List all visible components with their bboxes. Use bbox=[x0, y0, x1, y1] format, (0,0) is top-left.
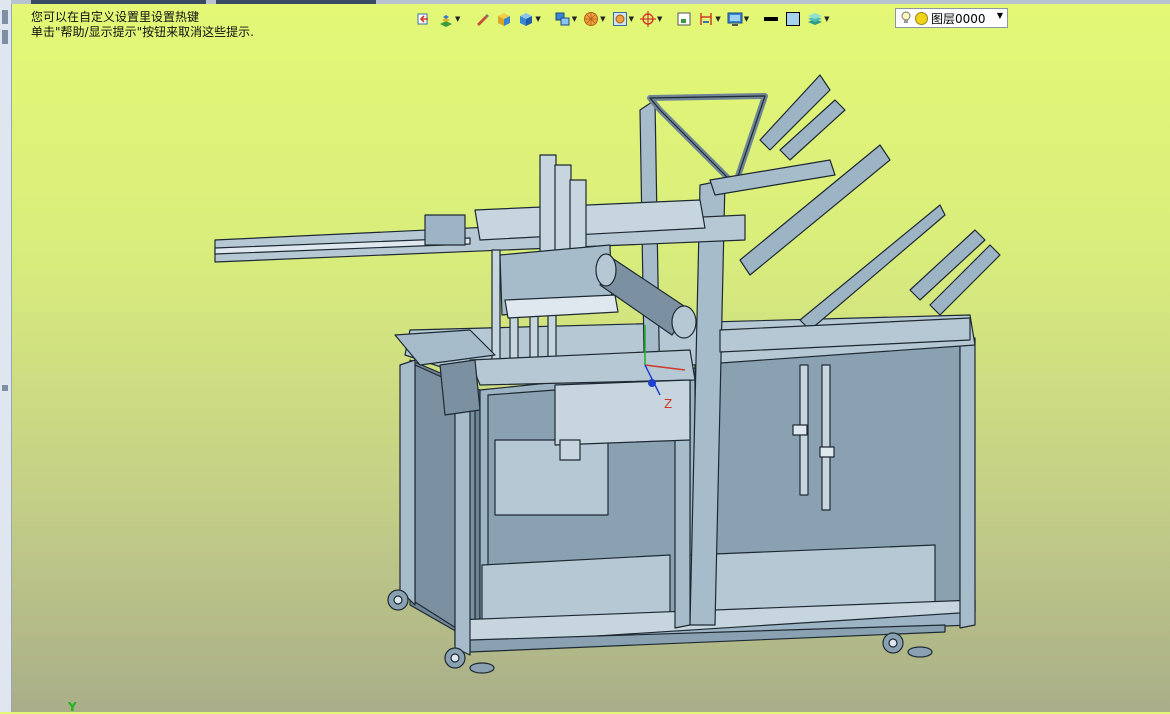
face-color-button[interactable] bbox=[783, 8, 803, 30]
target-snap-icon bbox=[639, 11, 656, 27]
assembly-cubes-button[interactable]: ▼ bbox=[553, 8, 579, 30]
part-cube-icon bbox=[498, 13, 511, 26]
view-orient-icon bbox=[417, 13, 428, 25]
solid-cube-icon bbox=[520, 13, 533, 26]
layer-selector[interactable]: 图层0000 ▼ bbox=[895, 8, 1008, 28]
dimension-button[interactable]: ▼ bbox=[696, 8, 722, 30]
chevron-down-icon[interactable]: ▼ bbox=[997, 11, 1003, 20]
line-color-button[interactable] bbox=[761, 8, 781, 30]
monitor-view-icon bbox=[727, 12, 743, 26]
section-view-icon bbox=[612, 12, 627, 26]
dimension-icon bbox=[700, 13, 713, 25]
panel-collapse-handle[interactable] bbox=[2, 30, 8, 44]
pen-edit-icon bbox=[477, 14, 490, 26]
sphere-render-button[interactable]: ▼ bbox=[581, 8, 607, 30]
pen-edit-button[interactable] bbox=[472, 8, 492, 30]
document-tab[interactable] bbox=[31, 0, 206, 4]
feed-chutes bbox=[719, 74, 1001, 353]
zoom-window-icon bbox=[677, 12, 691, 26]
layer-status-icon bbox=[915, 11, 928, 25]
assembly-cubes-icon bbox=[555, 12, 570, 26]
monitor-view-button[interactable]: ▼ bbox=[725, 8, 751, 30]
3d-viewport[interactable]: Z bbox=[11, 30, 1170, 712]
layers-stack-button[interactable]: ▼ bbox=[805, 8, 831, 30]
solid-cube-button[interactable]: ▼ bbox=[516, 8, 542, 30]
horizontal-rail bbox=[214, 199, 746, 263]
hint-line-hotkeys: 您可以在自定义设置里设置热键 bbox=[31, 10, 200, 24]
section-view-button[interactable]: ▼ bbox=[610, 8, 636, 30]
lightbulb-icon bbox=[901, 11, 911, 23]
face-color-icon bbox=[786, 12, 801, 26]
part-cube-button[interactable] bbox=[494, 8, 514, 30]
layer-name: 图层0000 bbox=[931, 11, 986, 26]
view-orient-button[interactable] bbox=[414, 8, 434, 30]
document-tab[interactable] bbox=[216, 0, 376, 4]
triad-z-label: Z bbox=[664, 397, 672, 411]
sphere-render-icon bbox=[584, 12, 599, 26]
zoom-window-button[interactable] bbox=[674, 8, 694, 30]
view-toolbar: ▼ ▼ ▼ ▼ ▼ ▼ ▼ ▼ ▼ bbox=[414, 8, 832, 30]
display-style-button[interactable]: ▼ bbox=[436, 8, 462, 30]
panel-splitter[interactable] bbox=[2, 385, 8, 391]
line-color-icon bbox=[764, 17, 779, 21]
display-style-icon bbox=[440, 15, 452, 27]
panel-scroll-handle[interactable] bbox=[2, 10, 8, 24]
document-tab-strip bbox=[11, 0, 1170, 4]
target-snap-button[interactable]: ▼ bbox=[638, 8, 664, 30]
layers-stack-icon bbox=[808, 13, 823, 25]
